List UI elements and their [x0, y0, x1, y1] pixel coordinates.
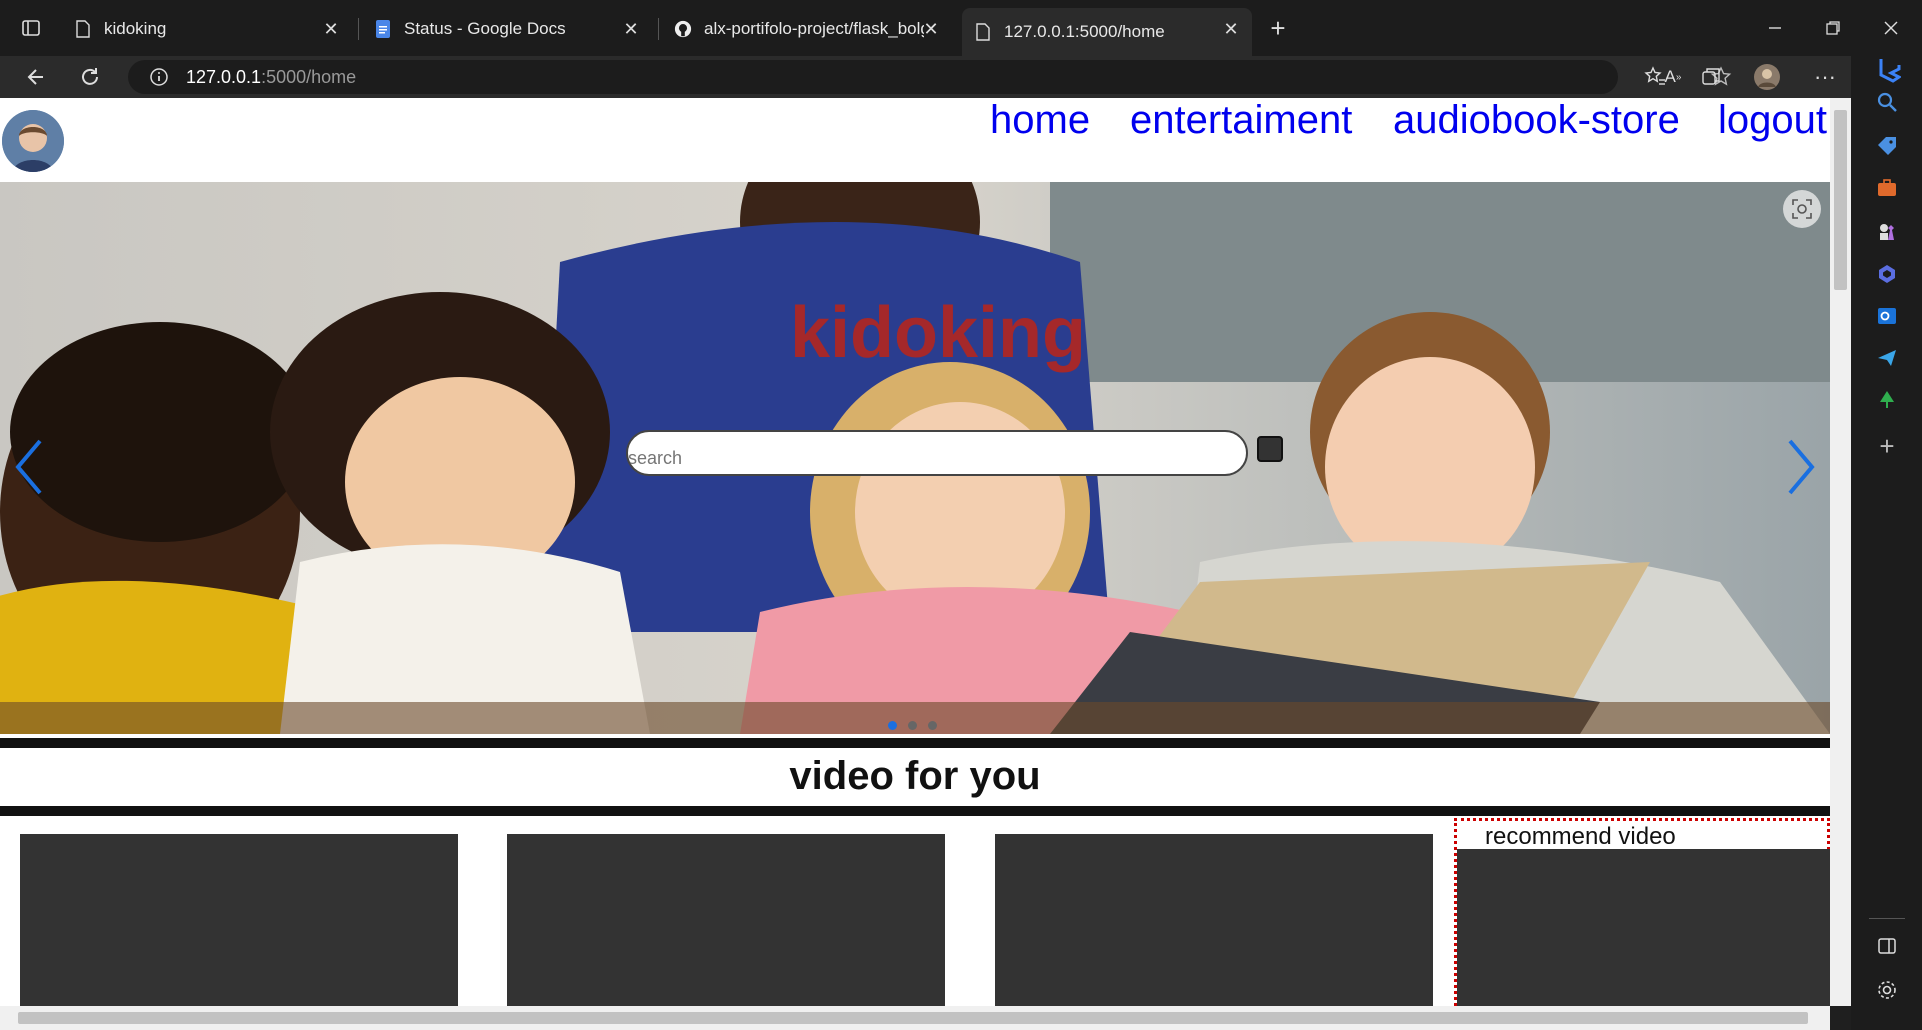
section-title: video for you [789, 754, 1041, 798]
section-divider [0, 806, 1830, 816]
video-card[interactable] [20, 834, 458, 1006]
close-icon[interactable]: ✕ [1222, 20, 1240, 38]
more-menu-icon[interactable]: ··· [1810, 62, 1840, 92]
back-icon[interactable] [21, 62, 51, 92]
carousel-next-icon[interactable] [1780, 437, 1820, 497]
sidebar-divider [1869, 918, 1905, 919]
site-info-icon[interactable] [144, 62, 174, 92]
github-icon [674, 20, 692, 38]
tab-title: 127.0.0.1:5000/home [1004, 22, 1165, 41]
tab-title: kidoking [104, 19, 167, 38]
page-icon [74, 20, 92, 38]
tab-google-docs[interactable]: Status - Google Docs ✕ [362, 8, 652, 50]
restore-icon[interactable] [1818, 13, 1848, 43]
tab-actions-icon[interactable] [16, 13, 46, 43]
page-icon [974, 23, 992, 41]
video-card[interactable] [995, 834, 1433, 1006]
add-sidebar-app-icon[interactable]: + [1873, 431, 1901, 461]
tab-github[interactable]: alx-portifolo-project/flask_bolg ✕ [662, 8, 952, 50]
outlook-icon[interactable] [1873, 302, 1901, 330]
nav-link-audiobook-store[interactable]: audiobook-store [1393, 98, 1680, 143]
collections-icon[interactable] [1696, 62, 1726, 92]
horizontal-scrollbar[interactable] [0, 1006, 1830, 1030]
visual-search-icon[interactable] [1783, 190, 1821, 228]
tab-divider [358, 18, 359, 40]
shopping-tag-icon[interactable] [1873, 132, 1901, 160]
hero-carousel: kidoking [0, 182, 1830, 734]
nav-link-entertainment[interactable]: entertaiment [1130, 98, 1352, 143]
search-button[interactable] [1257, 436, 1283, 462]
close-icon[interactable]: ✕ [922, 20, 940, 38]
hero-title: kidoking [790, 293, 1087, 373]
tab-localhost-home[interactable]: 127.0.0.1:5000/home ✕ [962, 8, 1252, 56]
tab-divider [658, 18, 659, 40]
recommend-title: recommend video [1485, 823, 1676, 850]
address-toolbar: 127.0.0.1:5000/home A» ··· [0, 56, 1922, 98]
address-bar[interactable]: 127.0.0.1:5000/home A» [128, 60, 1732, 94]
search-input[interactable] [626, 430, 1248, 476]
google-docs-icon [374, 20, 392, 38]
microsoft-365-icon[interactable] [1873, 260, 1901, 288]
telegram-send-icon[interactable] [1873, 344, 1901, 372]
games-chess-icon[interactable] [1873, 218, 1901, 246]
carousel-dot[interactable] [928, 721, 937, 730]
nav-link-home[interactable]: home [990, 98, 1090, 143]
url-text: 127.0.0.1:5000/home [186, 67, 357, 87]
settings-gear-icon[interactable] [1873, 976, 1901, 1004]
new-tab-icon[interactable]: + [1263, 13, 1293, 43]
video-card[interactable] [507, 834, 945, 1006]
recommend-video[interactable] [1457, 849, 1830, 1006]
carousel-prev-icon[interactable] [10, 437, 50, 497]
avatar[interactable] [2, 110, 64, 172]
copilot-icon[interactable] [1873, 56, 1901, 84]
tools-briefcase-icon[interactable] [1873, 174, 1901, 202]
recommend-panel: recommend video [1454, 818, 1830, 1006]
scrollbar-thumb[interactable] [1834, 110, 1847, 290]
edge-sidebar: + [1851, 56, 1922, 1030]
page-viewport: home entertaiment audiobook-store logout [0, 98, 1830, 1006]
sidebar-panel-icon[interactable] [1873, 932, 1901, 960]
minimize-icon[interactable] [1760, 13, 1790, 43]
tab-kidoking[interactable]: kidoking ✕ [62, 8, 352, 50]
tab-title: Status - Google Docs [404, 19, 566, 38]
browser-tab-bar: kidoking ✕ Status - Google Docs ✕ alx-po… [0, 0, 1922, 56]
search-icon[interactable] [1873, 88, 1901, 116]
section-divider [0, 746, 1830, 748]
carousel-dot[interactable] [908, 721, 917, 730]
carousel-dot[interactable] [888, 721, 897, 730]
tree-icon[interactable] [1873, 386, 1901, 414]
profile-avatar-icon[interactable] [1752, 62, 1782, 92]
scrollbar-thumb[interactable] [18, 1012, 1808, 1024]
refresh-icon[interactable] [75, 62, 105, 92]
close-icon[interactable]: ✕ [322, 20, 340, 38]
tab-title: alx-portifolo-project/flask_bolg [704, 19, 924, 38]
favorites-icon[interactable] [1640, 62, 1670, 92]
close-window-icon[interactable] [1876, 13, 1906, 43]
nav-link-logout[interactable]: logout [1718, 98, 1827, 143]
close-icon[interactable]: ✕ [622, 20, 640, 38]
vertical-scrollbar[interactable] [1830, 98, 1851, 1006]
